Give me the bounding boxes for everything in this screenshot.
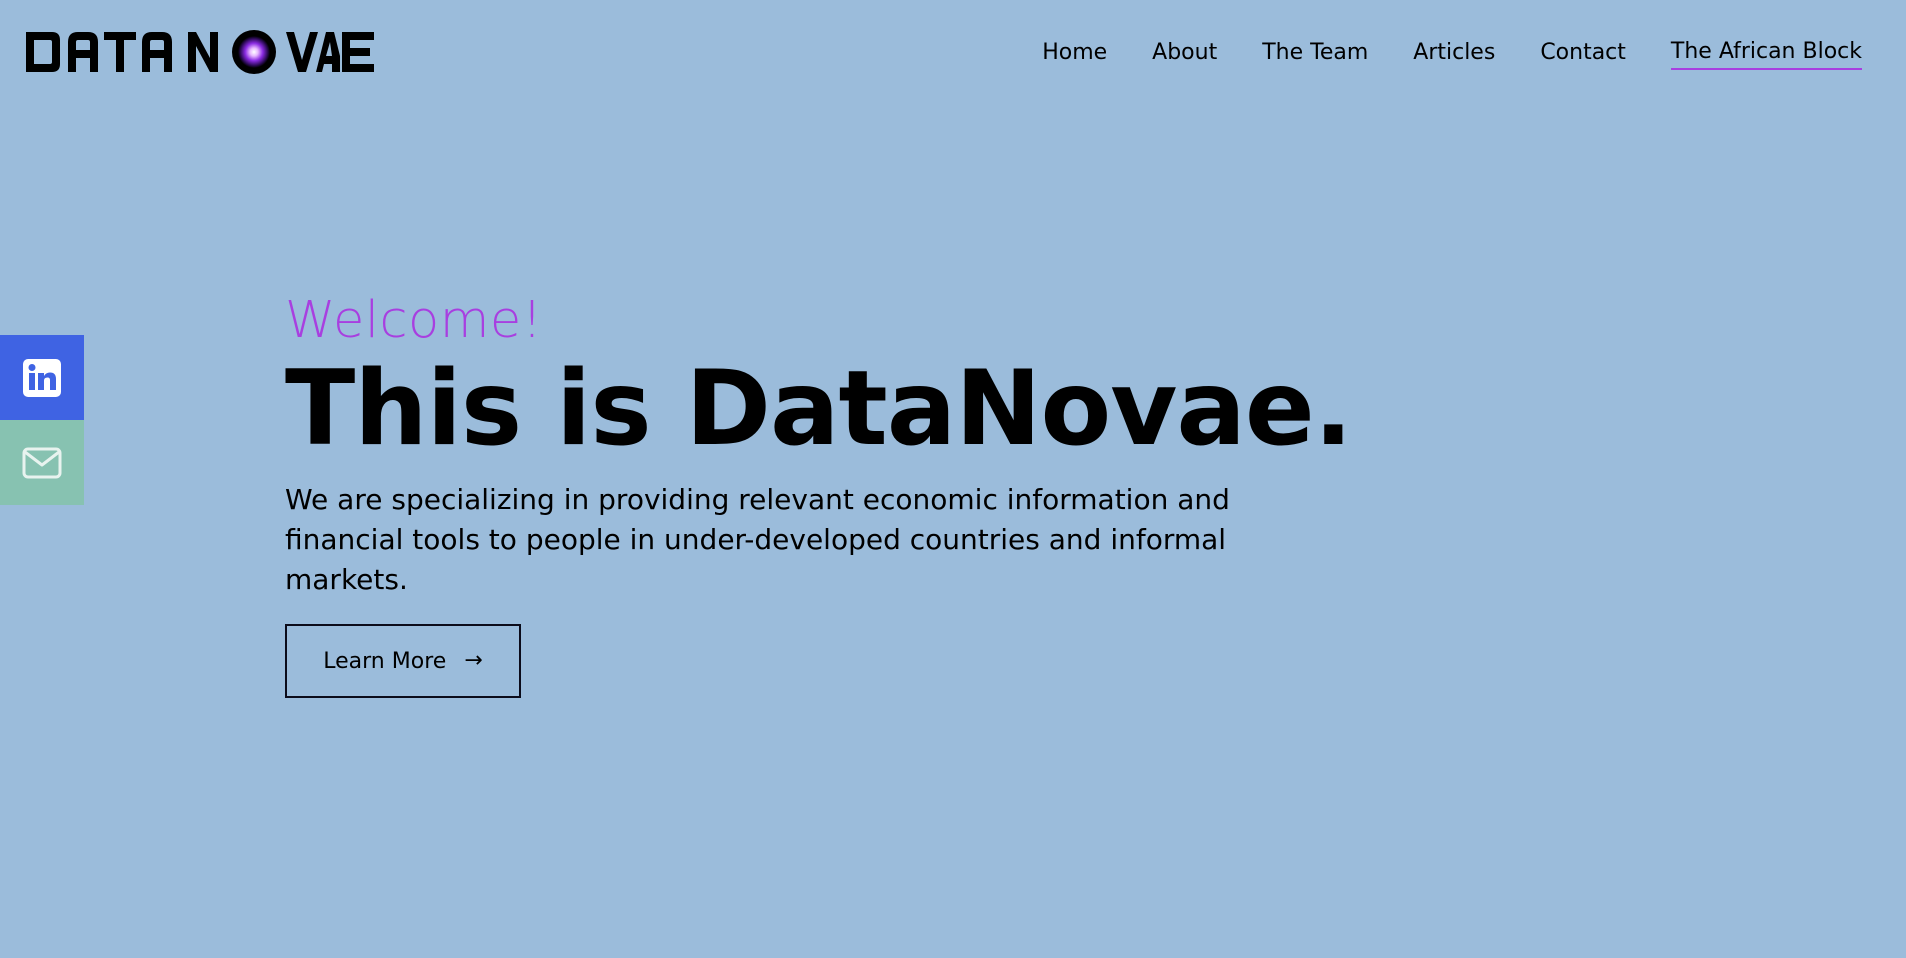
mail-icon [22, 447, 62, 478]
site-header: Home About The Team Articles Contact The… [0, 0, 1906, 104]
nav-link-contact[interactable]: Contact [1540, 39, 1626, 69]
learn-more-label: Learn More [323, 648, 447, 674]
logo-wordmark-graphic [26, 30, 374, 74]
brand-logo[interactable] [24, 28, 376, 76]
linkedin-icon [23, 358, 61, 397]
social-sidebar [0, 335, 84, 505]
hero-subtitle: We are specializing in providing relevan… [285, 483, 1230, 596]
hero-section: Welcome! This is DataNovae. We are speci… [285, 290, 1405, 698]
linkedin-button[interactable] [0, 335, 84, 420]
hero-headline: This is DataNovae. [285, 349, 1353, 469]
nav-link-the-african-block[interactable]: The African Block [1670, 38, 1862, 70]
learn-more-button[interactable]: Learn More → [285, 624, 521, 698]
email-button[interactable] [0, 420, 84, 505]
welcome-text: Welcome! [285, 291, 543, 350]
nav-link-articles[interactable]: Articles [1413, 39, 1495, 69]
main-nav: Home About The Team Articles Contact The… [1042, 38, 1862, 70]
nav-link-the-team[interactable]: The Team [1262, 39, 1368, 69]
nav-link-home[interactable]: Home [1042, 39, 1107, 69]
arrow-right-icon: → [464, 648, 483, 673]
nav-link-about[interactable]: About [1152, 39, 1217, 69]
glowing-orb-icon [238, 36, 270, 68]
